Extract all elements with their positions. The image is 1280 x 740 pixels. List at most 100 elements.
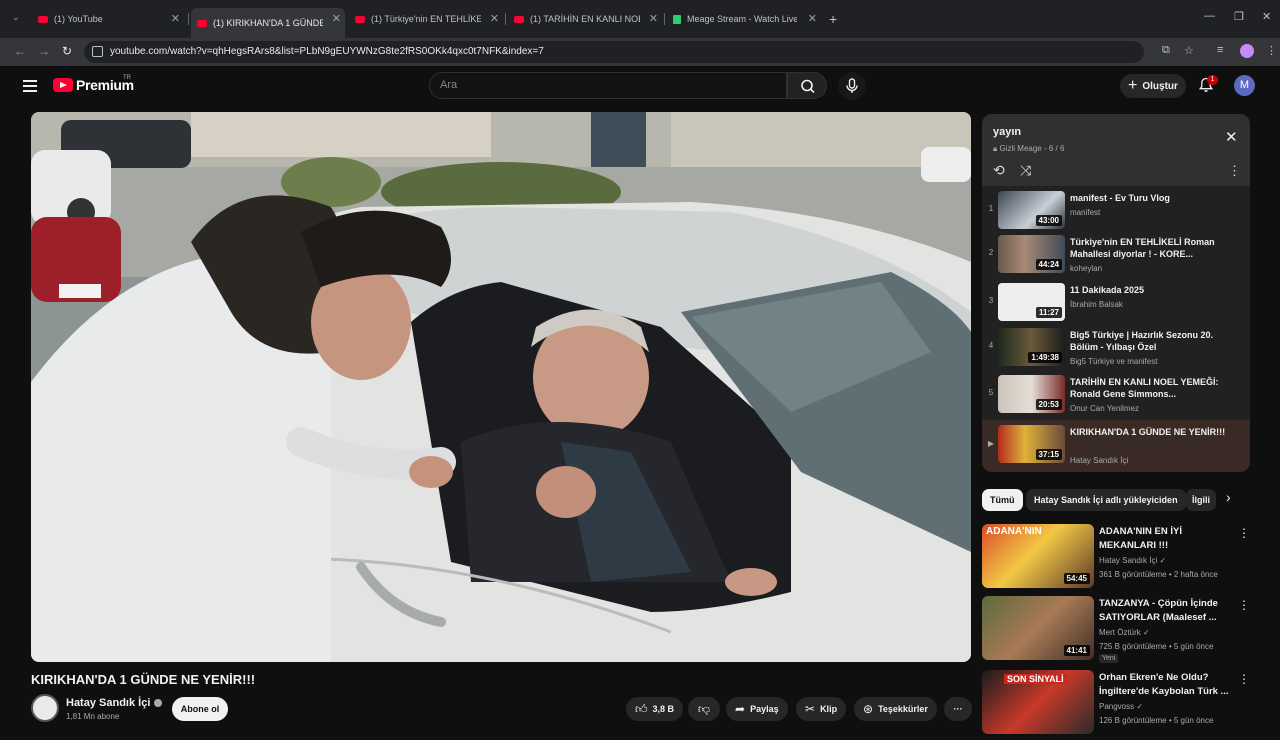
recommendation-thumbnail[interactable]: SON SİNYALİ [982, 670, 1094, 734]
close-icon[interactable]: ✕ [490, 12, 499, 25]
chevron-right-icon[interactable]: › [1226, 489, 1231, 505]
playlist-item-current[interactable]: ▶ 37:15 KIRIKHAN'DA 1 GÜNDE NE YENİR!!! … [982, 420, 1250, 472]
playlist-item-channel: Hatay Sandık İçi [1070, 456, 1129, 465]
menu-icon[interactable] [23, 80, 37, 95]
recommendation-title[interactable]: TANZANYA - Çöpün İçinde SATIYORLAR (Maal… [1099, 597, 1235, 625]
share-button[interactable]: ➦ Paylaş [726, 697, 788, 721]
playlist-thumbnail[interactable]: 37:15 [998, 425, 1065, 463]
share-label: Paylaş [750, 704, 779, 714]
cast-icon[interactable]: ⧉ [1162, 44, 1170, 57]
browser-tab-turkiye[interactable]: (1) Türkiye'nin EN TEHLİKELİ Ro ✕ [349, 8, 503, 30]
browser-menu-icon[interactable]: ⋮ [1266, 44, 1277, 57]
recommendation-channel[interactable]: Hatay Sandık İçi [1099, 556, 1157, 565]
shuffle-icon[interactable]: ⤨ [1020, 162, 1031, 179]
playlist-thumbnail[interactable]: 1:49:38 [998, 328, 1065, 366]
omnibox[interactable]: youtube.com/watch?v=qhHegsRArs8&list=PLb… [84, 41, 1144, 63]
back-icon[interactable]: ← [14, 44, 26, 58]
create-button[interactable]: + Oluştur [1120, 74, 1186, 98]
playlist-meta-row: 🔒︎ Gizli Meage - 6 / 6 [993, 144, 1064, 154]
new-tab-button[interactable]: + [829, 11, 837, 27]
search-box[interactable] [429, 72, 787, 99]
recommendation-channel-row[interactable]: Hatay Sandık İçi ✓ [1099, 556, 1166, 565]
like-button[interactable]: 👍︎ 3,8 B [626, 697, 684, 721]
playlist-thumbnail[interactable]: 20:53 [998, 375, 1065, 413]
playlist-item[interactable]: 1 43:00 manifest - Ev Turu Vlog manifest [982, 188, 1250, 234]
recommendation-channel[interactable]: Mert Öztürk [1099, 628, 1141, 637]
site-info-icon[interactable] [92, 46, 103, 57]
minimize-icon[interactable]: — [1204, 10, 1215, 22]
subscribe-button[interactable]: Abone ol [172, 697, 228, 721]
browser-tab-kick[interactable]: Meage Stream - Watch Live on ✕ [667, 8, 821, 30]
more-vertical-icon[interactable]: ⋮ [1238, 598, 1250, 612]
playlist-item-title[interactable]: KIRIKHAN'DA 1 GÜNDE NE YENİR!!! [1070, 426, 1230, 438]
channel-name-row[interactable]: Hatay Sandık İçi [66, 697, 163, 709]
close-icon[interactable]: ✕ [171, 12, 180, 25]
playlist-thumbnail[interactable]: 43:00 [998, 191, 1065, 229]
playlist-item[interactable]: 4 1:49:38 Big5 Türkiye | Hazırlık Sezonu… [982, 325, 1250, 371]
recommendation-thumbnail[interactable]: 41:41 [982, 596, 1094, 660]
dislike-button[interactable]: 👎︎ [688, 697, 720, 721]
playlist-item-title[interactable]: Türkiye'nin EN TEHLİKELİ Roman Mahallesi… [1070, 236, 1230, 260]
browser-tab-youtube[interactable]: (1) YouTube ✕ [32, 8, 184, 30]
notification-count-badge: 1 [1207, 75, 1218, 85]
search-button[interactable] [787, 72, 827, 99]
duration-badge: 20:53 [1035, 399, 1062, 410]
browser-profile-avatar[interactable] [1240, 44, 1254, 58]
loop-icon[interactable]: ⟲ [993, 162, 1005, 179]
playlist-item[interactable]: 2 44:24 Türkiye'nin EN TEHLİKELİ Roman M… [982, 232, 1250, 278]
url-text[interactable]: youtube.com/watch?v=qhHegsRArs8&list=PLb… [110, 46, 544, 57]
video-player[interactable] [31, 112, 971, 662]
bookmark-star-icon[interactable]: ☆ [1184, 44, 1194, 57]
duration-badge: 44:24 [1035, 259, 1062, 270]
clip-button[interactable]: ✂ Klip [796, 697, 847, 721]
recommendation-channel-row[interactable]: Mert Öztürk ✓ [1099, 628, 1150, 637]
forward-icon[interactable]: → [38, 44, 50, 58]
more-actions-button[interactable]: ··· [944, 697, 972, 721]
playlist-thumbnail[interactable]: 44:24 [998, 235, 1065, 273]
playlist-item-title[interactable]: Big5 Türkiye | Hazırlık Sezonu 20. Bölüm… [1070, 329, 1230, 353]
account-avatar[interactable]: M [1234, 75, 1255, 96]
voice-search-button[interactable] [838, 72, 866, 100]
browser-tab-bar: ⌄ (1) YouTube ✕ (1) KIRIKHAN'DA 1 GÜNDE … [0, 0, 1280, 38]
recommendation-thumbnail[interactable]: ADANA'NIN 54:45 [982, 524, 1094, 588]
extensions-icon[interactable]: ≡ [1217, 44, 1223, 56]
channel-avatar[interactable] [31, 694, 59, 722]
recommendation-title[interactable]: ADANA'NIN EN İYİ MEKANLARI !!! [1099, 525, 1235, 553]
reload-icon[interactable]: ↻ [62, 44, 72, 58]
recommendation-item[interactable]: SON SİNYALİ Orhan Ekren'e Ne Oldu? İngil… [982, 670, 1252, 740]
playlist-item-title[interactable]: 11 Dakikada 2025 [1070, 284, 1230, 296]
duration-badge: 41:41 [1063, 645, 1090, 656]
duration-badge: 1:49:38 [1028, 352, 1062, 363]
playlist-thumbnail[interactable]: 11:27 [998, 283, 1065, 321]
chip-related[interactable]: İlgili [1186, 489, 1216, 511]
playlist-title[interactable]: yayın [993, 126, 1021, 138]
close-playlist-icon[interactable]: ✕ [1225, 128, 1238, 146]
recommendation-title[interactable]: Orhan Ekren'e Ne Oldu? İngiltere'de Kayb… [1099, 671, 1235, 699]
window-close-icon[interactable]: ✕ [1262, 10, 1271, 23]
playlist-item-title[interactable]: TARİHİN EN KANLI NOEL YEMEĞİ: Ronald Gen… [1070, 376, 1230, 400]
recommendation-channel-row[interactable]: Pangvoss ✓ [1099, 702, 1143, 711]
chip-from-uploader[interactable]: Hatay Sandık İçi adlı yükleyiciden [1026, 489, 1186, 511]
recommendation-item[interactable]: 41:41 TANZANYA - Çöpün İçinde SATIYORLAR… [982, 596, 1252, 666]
more-vertical-icon[interactable]: ⋮ [1238, 672, 1250, 686]
browser-tab-noel[interactable]: (1) TARİHİN EN KANLI NOEL YE ✕ [508, 8, 662, 30]
more-vertical-icon[interactable]: ⋮ [1238, 526, 1250, 540]
playlist-item-title[interactable]: manifest - Ev Turu Vlog [1070, 192, 1230, 204]
youtube-logo-icon[interactable] [53, 78, 73, 92]
browser-tab-active[interactable]: (1) KIRIKHAN'DA 1 GÜNDE NE ✕ [191, 8, 345, 38]
close-icon[interactable]: ✕ [332, 12, 341, 25]
tab-search-icon[interactable]: ⌄ [12, 12, 20, 23]
playlist-item[interactable]: 3 11:27 11 Dakikada 2025 İbrahim Balsak [982, 280, 1250, 326]
more-vertical-icon[interactable]: ⋮ [1228, 163, 1241, 179]
playlist-header: yayın 🔒︎ Gizli Meage - 6 / 6 ✕ ⟲ ⤨ ⋮ [982, 114, 1250, 186]
maximize-icon[interactable]: ❐ [1234, 10, 1244, 23]
recommendation-item[interactable]: ADANA'NIN 54:45 ADANA'NIN EN İYİ MEKANLA… [982, 524, 1252, 594]
search-input[interactable] [440, 79, 740, 91]
channel-name[interactable]: Hatay Sandık İçi [66, 697, 150, 709]
playlist-item[interactable]: 5 20:53 TARİHİN EN KANLI NOEL YEMEĞİ: Ro… [982, 372, 1250, 418]
recommendation-channel[interactable]: Pangvoss [1099, 702, 1134, 711]
close-icon[interactable]: ✕ [808, 12, 817, 25]
chip-all[interactable]: Tümü [982, 489, 1023, 511]
close-icon[interactable]: ✕ [649, 12, 658, 25]
thanks-button[interactable]: ⊛ Teşekkürler [854, 697, 937, 721]
